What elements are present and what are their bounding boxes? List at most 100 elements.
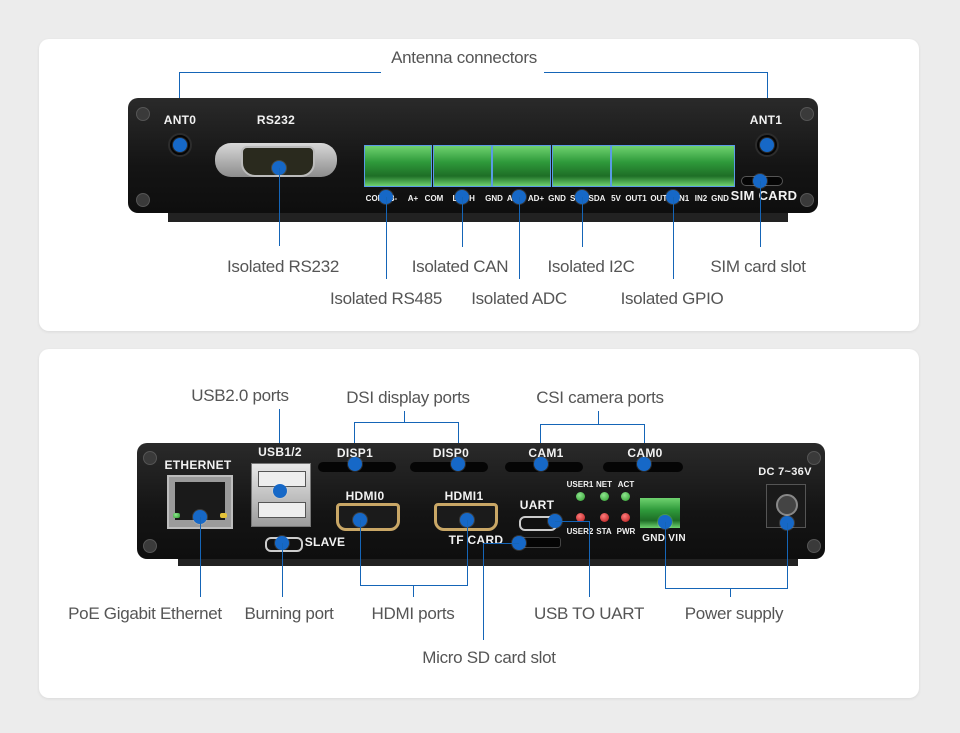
micro-sd-card-slot-label: Micro SD card slot [422, 648, 556, 667]
ant1-marker [760, 138, 774, 152]
hdmi-ports-label: HDMI ports [371, 604, 455, 623]
burning-port-label: Burning port [244, 604, 334, 623]
screw-icon [807, 451, 821, 465]
gnd-vin-silkscreen: GND VIN [642, 533, 686, 544]
leader-line [673, 197, 674, 279]
hdmi0-port [336, 503, 400, 531]
isolated-gpio-label: Isolated GPIO [620, 289, 724, 308]
disp0-marker [451, 457, 465, 471]
led-label-user1: USER1 [566, 480, 594, 489]
usb20-ports-label: USB2.0 ports [191, 386, 289, 405]
leader-line [200, 517, 201, 597]
leader-line [483, 543, 519, 544]
ant1-silkscreen: ANT1 [749, 113, 783, 127]
pin-label: 5V [611, 194, 621, 203]
pin-label: A+ [407, 194, 419, 203]
tf-card-silkscreen: TF CARD [448, 533, 504, 547]
isolated-rs232-label: Isolated RS232 [226, 257, 340, 276]
leader-line [519, 197, 520, 279]
screw-icon [800, 193, 814, 207]
isolated-can-label: Isolated CAN [411, 257, 509, 276]
leader-line [598, 411, 599, 425]
pwr-led [621, 513, 630, 522]
pin-label: GND [485, 194, 503, 203]
leader-line [282, 543, 283, 597]
leader-line [467, 520, 468, 585]
screw-icon [143, 451, 157, 465]
adc-terminal [492, 145, 551, 187]
ant0-marker [173, 138, 187, 152]
leader-line [386, 197, 387, 279]
hdmi0-silkscreen: HDMI0 [345, 489, 385, 503]
leader-line [555, 521, 590, 522]
hdmi1-silkscreen: HDMI1 [444, 489, 484, 503]
screw-icon [143, 539, 157, 553]
leader-line [360, 585, 468, 586]
pin-label: H [469, 194, 475, 203]
screw-icon [136, 193, 150, 207]
dc-input-silkscreen: DC 7~36V [758, 466, 812, 478]
cam0-marker [637, 457, 651, 471]
ethernet-silkscreen: ETHERNET [164, 458, 232, 472]
isolated-i2c-label: Isolated I2C [547, 257, 635, 276]
sta-led [600, 513, 609, 522]
leader-line [179, 72, 381, 73]
led-label-pwr: PWR [616, 527, 636, 536]
leader-line [589, 521, 590, 597]
sim-card-silkscreen: SIM CARD [730, 188, 798, 203]
pin-label: GND [548, 194, 566, 203]
power-supply-label: Power supply [684, 604, 784, 623]
leader-line [665, 588, 788, 589]
cam1-silkscreen: CAM1 [528, 446, 564, 460]
isolated-adc-label: Isolated ADC [471, 289, 567, 308]
leader-line [582, 197, 583, 247]
usb12-silkscreen: USB1/2 [258, 445, 302, 459]
poe-gigabit-ethernet-label: PoE Gigabit Ethernet [68, 604, 222, 623]
dsi-display-ports-label: DSI display ports [346, 388, 470, 407]
leader-line [665, 522, 666, 588]
screw-icon [800, 107, 814, 121]
rs232-silkscreen: RS232 [256, 113, 296, 127]
leader-line [413, 585, 414, 597]
leader-line [483, 543, 484, 640]
slave-silkscreen: SLAVE [304, 535, 346, 549]
led-label-act: ACT [617, 480, 635, 489]
leader-line [540, 424, 644, 425]
leader-line [760, 181, 761, 247]
can-terminal [433, 145, 492, 187]
ant0-silkscreen: ANT0 [163, 113, 197, 127]
pin-label: GND [711, 194, 729, 203]
leader-line [404, 411, 405, 423]
leader-line [279, 168, 280, 246]
i2c-terminal [552, 145, 611, 187]
leader-line [360, 520, 361, 585]
leader-line [354, 422, 458, 423]
led-label-net: NET [596, 480, 612, 489]
gpio-terminal [611, 145, 735, 187]
pin-label: AD+ [527, 194, 545, 203]
disp0-connector [410, 462, 488, 472]
net-led [600, 492, 609, 501]
cam1-marker [534, 457, 548, 471]
leader-line [462, 197, 463, 247]
rs485-terminal [364, 145, 432, 187]
pin-label: OUT1 [625, 194, 647, 203]
antenna-connectors-label: Antenna connectors [391, 48, 537, 67]
act-led [621, 492, 630, 501]
usb-to-uart-label: USB TO UART [533, 604, 645, 623]
user1-led [576, 492, 585, 501]
pin-label: SDA [588, 194, 606, 203]
pin-label: IN2 [694, 194, 708, 203]
led-label-sta: STA [596, 527, 612, 536]
sim-card-slot-label: SIM card slot [710, 257, 806, 276]
pin-label: COM [424, 194, 444, 203]
leader-line [544, 72, 768, 73]
disp1-marker [348, 457, 362, 471]
screw-icon [807, 539, 821, 553]
usb-marker [273, 484, 287, 498]
uart-silkscreen: UART [519, 498, 555, 512]
csi-camera-ports-label: CSI camera ports [536, 388, 664, 407]
disp0-silkscreen: DISP0 [432, 446, 470, 460]
leader-line [730, 588, 731, 597]
leader-line [787, 523, 788, 588]
